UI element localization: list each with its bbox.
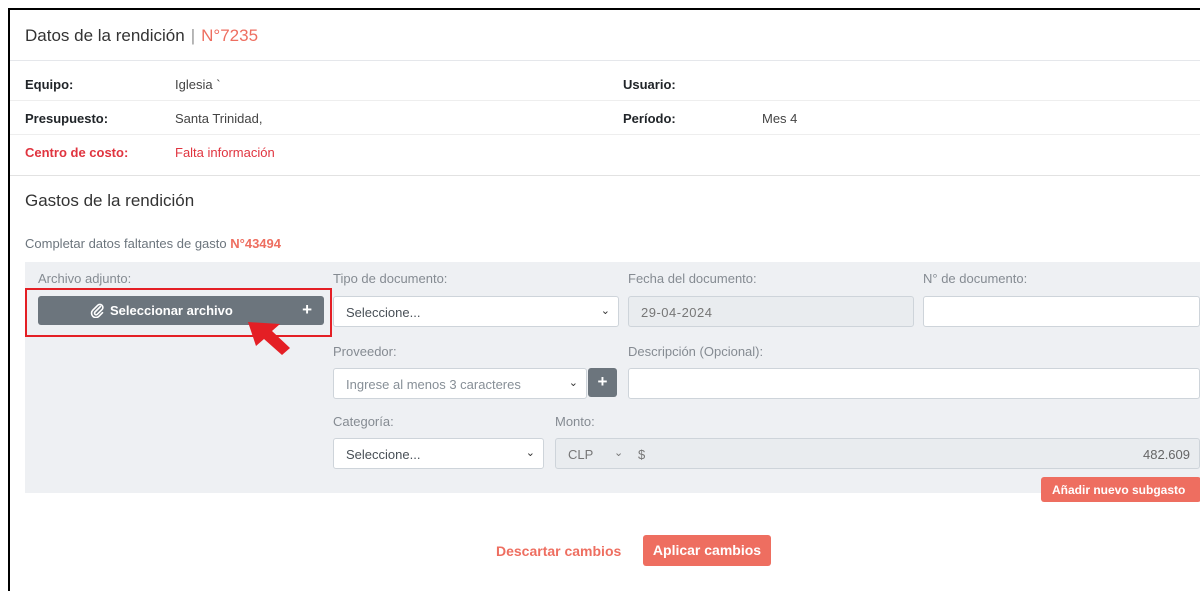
- page-header: Datos de la rendición | N°7235: [10, 10, 1200, 61]
- add-proveedor-button[interactable]: +: [588, 368, 617, 397]
- monto-label: Monto:: [555, 414, 595, 429]
- periodo-value: Mes 4: [762, 111, 798, 126]
- monto-input[interactable]: CLP ⌄ $ 482.609: [555, 438, 1200, 469]
- discard-changes-button[interactable]: Descartar cambios: [496, 543, 621, 559]
- pointer-arrow-icon: [248, 322, 290, 355]
- chevron-down-icon: ⌄: [600, 305, 610, 317]
- rendicion-number: N°7235: [201, 26, 259, 45]
- add-subgasto-button[interactable]: Añadir nuevo subgasto: [1041, 477, 1200, 502]
- gasto-number: N°43494: [230, 236, 281, 251]
- tipo-documento-select[interactable]: Seleccione... ⌄: [333, 296, 619, 327]
- chevron-down-icon: ⌄: [614, 447, 624, 459]
- page-title-text: Datos de la rendición: [25, 26, 185, 45]
- fecha-documento-input[interactable]: 29-04-2024: [628, 296, 914, 327]
- proveedor-placeholder: Ingrese al menos 3 caracteres: [346, 377, 521, 392]
- monto-value: 482.609: [1143, 447, 1190, 462]
- page-title: Datos de la rendición | N°7235: [25, 26, 258, 46]
- info-row-presupuesto: Presupuesto: Santa Trinidad, Período: Me…: [10, 101, 1200, 135]
- periodo-label: Período:: [623, 111, 676, 126]
- currency-symbol: $: [638, 447, 646, 462]
- fecha-documento-label: Fecha del documento:: [628, 271, 757, 286]
- centro-costo-label: Centro de costo:: [25, 145, 129, 160]
- gastos-title: Gastos de la rendición: [25, 191, 195, 210]
- archivo-label: Archivo adjunto:: [38, 271, 132, 286]
- tipo-documento-label: Tipo de documento:: [333, 271, 448, 286]
- presupuesto-value: Santa Trinidad,: [175, 111, 263, 126]
- categoria-select[interactable]: Seleccione... ⌄: [333, 438, 544, 469]
- info-row-centro-costo: Centro de costo: Falta información: [10, 135, 1200, 169]
- gastos-subtitle-text: Completar datos faltantes de gasto: [25, 236, 227, 251]
- usuario-label: Usuario:: [623, 77, 676, 92]
- categoria-label: Categoría:: [333, 414, 394, 429]
- info-row-equipo: Equipo: Iglesia ` Usuario:: [10, 67, 1200, 101]
- presupuesto-label: Presupuesto:: [25, 111, 109, 126]
- title-separator: |: [190, 26, 196, 45]
- numero-documento-label: N° de documento:: [923, 271, 1028, 286]
- proveedor-select[interactable]: Ingrese al menos 3 caracteres ⌄: [333, 368, 587, 399]
- currency-select[interactable]: CLP: [568, 447, 593, 462]
- numero-documento-input[interactable]: [923, 296, 1200, 327]
- descripcion-input[interactable]: [628, 368, 1200, 399]
- proveedor-label: Proveedor:: [333, 344, 397, 359]
- fecha-documento-value: 29-04-2024: [641, 305, 713, 320]
- equipo-label: Equipo:: [25, 77, 74, 92]
- centro-costo-value: Falta información: [175, 145, 275, 160]
- categoria-value: Seleccione...: [346, 447, 421, 462]
- tipo-documento-value: Seleccione...: [346, 305, 421, 320]
- section-divider: [10, 175, 1200, 176]
- apply-changes-button[interactable]: Aplicar cambios: [643, 535, 771, 566]
- equipo-value: Iglesia `: [175, 77, 221, 92]
- descripcion-label: Descripción (Opcional):: [628, 344, 764, 359]
- gastos-subtitle: Completar datos faltantes de gasto N°434…: [25, 236, 281, 251]
- chevron-down-icon: ⌄: [525, 447, 535, 459]
- chevron-down-icon: ⌄: [568, 377, 578, 389]
